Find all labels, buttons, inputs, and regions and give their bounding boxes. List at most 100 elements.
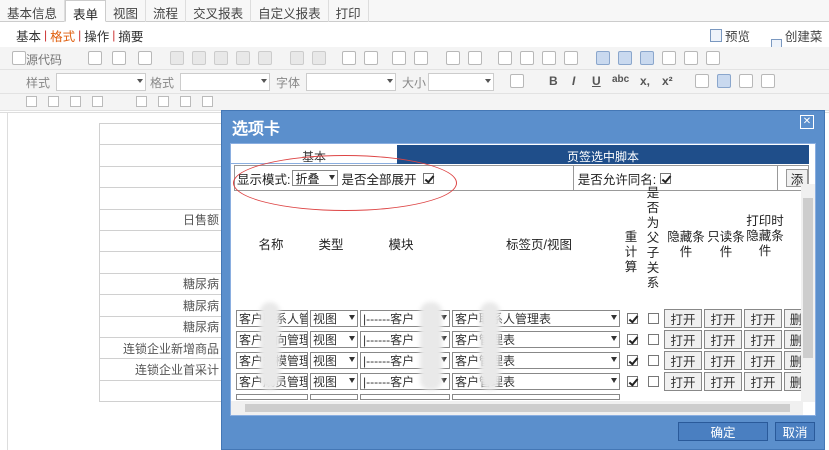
subtab-operation[interactable]: 操作 [82, 26, 111, 45]
recalc-checkbox[interactable] [627, 355, 638, 366]
new-page-icon[interactable] [112, 51, 126, 65]
type-select[interactable] [310, 394, 358, 400]
select-all-icon[interactable] [392, 51, 406, 65]
recalc-checkbox[interactable] [627, 313, 638, 324]
name-input[interactable] [236, 394, 308, 400]
outdent-icon[interactable] [498, 51, 512, 65]
parent-child-checkbox[interactable] [648, 313, 659, 324]
style-combo[interactable] [56, 73, 146, 91]
size-combo[interactable] [428, 73, 494, 91]
table-cell[interactable] [99, 144, 222, 167]
tab-view[interactable]: 视图 [106, 0, 147, 22]
table-cell[interactable] [99, 187, 222, 210]
indent-icon[interactable] [520, 51, 534, 65]
strikethrough-icon[interactable]: abc [612, 74, 629, 85]
preview-link[interactable]: 预览 [710, 26, 750, 45]
hidden-field-icon[interactable] [202, 96, 213, 107]
tab-cross-report[interactable]: 交叉报表 [186, 0, 252, 22]
cancel-button[interactable]: 取消 [775, 422, 815, 441]
recalc-checkbox[interactable] [627, 376, 638, 387]
image-icon[interactable] [596, 51, 610, 65]
blockquote-icon[interactable] [542, 51, 556, 65]
tab-print[interactable]: 打印 [329, 0, 369, 22]
vertical-scrollbar[interactable] [801, 184, 815, 402]
radio-field-icon[interactable] [48, 96, 59, 107]
subtab-format[interactable]: 格式 [48, 26, 77, 45]
smiley-icon[interactable] [684, 51, 698, 65]
text-color-icon[interactable] [510, 74, 524, 88]
view-select[interactable]: 客户管理表 [452, 331, 620, 348]
table-cell[interactable] [99, 379, 222, 403]
hide-condition-open-button[interactable]: 打开 [664, 351, 702, 370]
scroll-thumb[interactable] [245, 404, 790, 412]
bold-icon[interactable]: B [549, 74, 558, 88]
undo-icon[interactable] [290, 51, 304, 65]
paste-word-icon[interactable] [258, 51, 272, 65]
align-center-icon[interactable] [717, 74, 731, 88]
button-field-icon[interactable] [158, 96, 169, 107]
table-cell[interactable]: 连锁企业首采计 [99, 358, 222, 381]
cut-icon[interactable] [170, 51, 184, 65]
allow-same-name-checkbox[interactable] [660, 172, 672, 184]
redo-icon[interactable] [312, 51, 326, 65]
tab-basic-info[interactable]: 基本信息 [0, 0, 66, 22]
table-cell[interactable]: 糖尿病 [99, 294, 222, 317]
readonly-condition-open-button[interactable]: 打开 [704, 372, 742, 391]
readonly-condition-open-button[interactable]: 打开 [704, 351, 742, 370]
paste-text-icon[interactable] [236, 51, 250, 65]
close-icon[interactable]: ✕ [800, 115, 814, 129]
numbered-list-icon[interactable] [446, 51, 460, 65]
table-cell[interactable]: 糖尿病 [99, 272, 222, 296]
table-cell[interactable]: 日售额 [99, 208, 222, 231]
print-hide-condition-open-button[interactable]: 打开 [744, 330, 782, 349]
module-select[interactable] [360, 394, 450, 400]
find-icon[interactable] [342, 51, 356, 65]
parent-child-checkbox[interactable] [648, 376, 659, 387]
type-select[interactable]: 视图 [310, 310, 358, 327]
special-char-icon[interactable] [706, 51, 720, 65]
preview-doc-icon[interactable] [138, 51, 152, 65]
table-cell[interactable]: 糖尿病 [99, 315, 222, 338]
replace-icon[interactable] [364, 51, 378, 65]
hide-condition-open-button[interactable]: 打开 [664, 330, 702, 349]
format-combo[interactable] [180, 73, 270, 91]
tab-form[interactable]: 表单 [65, 0, 107, 22]
table-icon[interactable] [640, 51, 654, 65]
print-hide-condition-open-button[interactable]: 打开 [744, 309, 782, 328]
readonly-condition-open-button[interactable]: 打开 [704, 330, 742, 349]
subscript-icon[interactable]: x, [640, 74, 650, 88]
print-hide-condition-open-button[interactable]: 打开 [744, 372, 782, 391]
type-select[interactable]: 视图 [310, 373, 358, 390]
save-icon[interactable] [88, 51, 102, 65]
align-right-icon[interactable] [739, 74, 753, 88]
tab-workflow[interactable]: 流程 [146, 0, 187, 22]
flash-icon[interactable] [618, 51, 632, 65]
italic-icon[interactable]: I [572, 74, 575, 88]
scroll-thumb[interactable] [803, 198, 813, 358]
paste-icon[interactable] [214, 51, 228, 65]
underline-icon[interactable]: U [592, 74, 601, 88]
horizontal-scrollbar[interactable] [231, 401, 803, 415]
table-cell[interactable]: 连锁企业新增商品 [99, 336, 222, 360]
bullet-list-icon[interactable] [468, 51, 482, 65]
align-justify-icon[interactable] [761, 74, 775, 88]
view-select[interactable]: 客户联系人管理表 [452, 310, 620, 327]
subtab-summary[interactable]: 摘要 [116, 26, 145, 45]
readonly-condition-open-button[interactable]: 打开 [704, 309, 742, 328]
select-field-icon[interactable] [136, 96, 147, 107]
hide-condition-open-button[interactable]: 打开 [664, 309, 702, 328]
copy-icon[interactable] [192, 51, 206, 65]
image-button-icon[interactable] [180, 96, 191, 107]
table-cell[interactable] [99, 251, 222, 274]
link-icon[interactable] [564, 51, 578, 65]
checkbox-field-icon[interactable] [26, 96, 37, 107]
print-hide-condition-open-button[interactable]: 打开 [744, 351, 782, 370]
textarea-icon[interactable] [92, 96, 103, 107]
table-cell[interactable] [99, 165, 222, 189]
type-select[interactable]: 视图 [310, 331, 358, 348]
textfield-icon[interactable] [70, 96, 81, 107]
recalc-checkbox[interactable] [627, 334, 638, 345]
superscript-icon[interactable]: x² [662, 74, 673, 88]
source-icon[interactable] [12, 51, 26, 65]
font-combo[interactable] [306, 73, 396, 91]
